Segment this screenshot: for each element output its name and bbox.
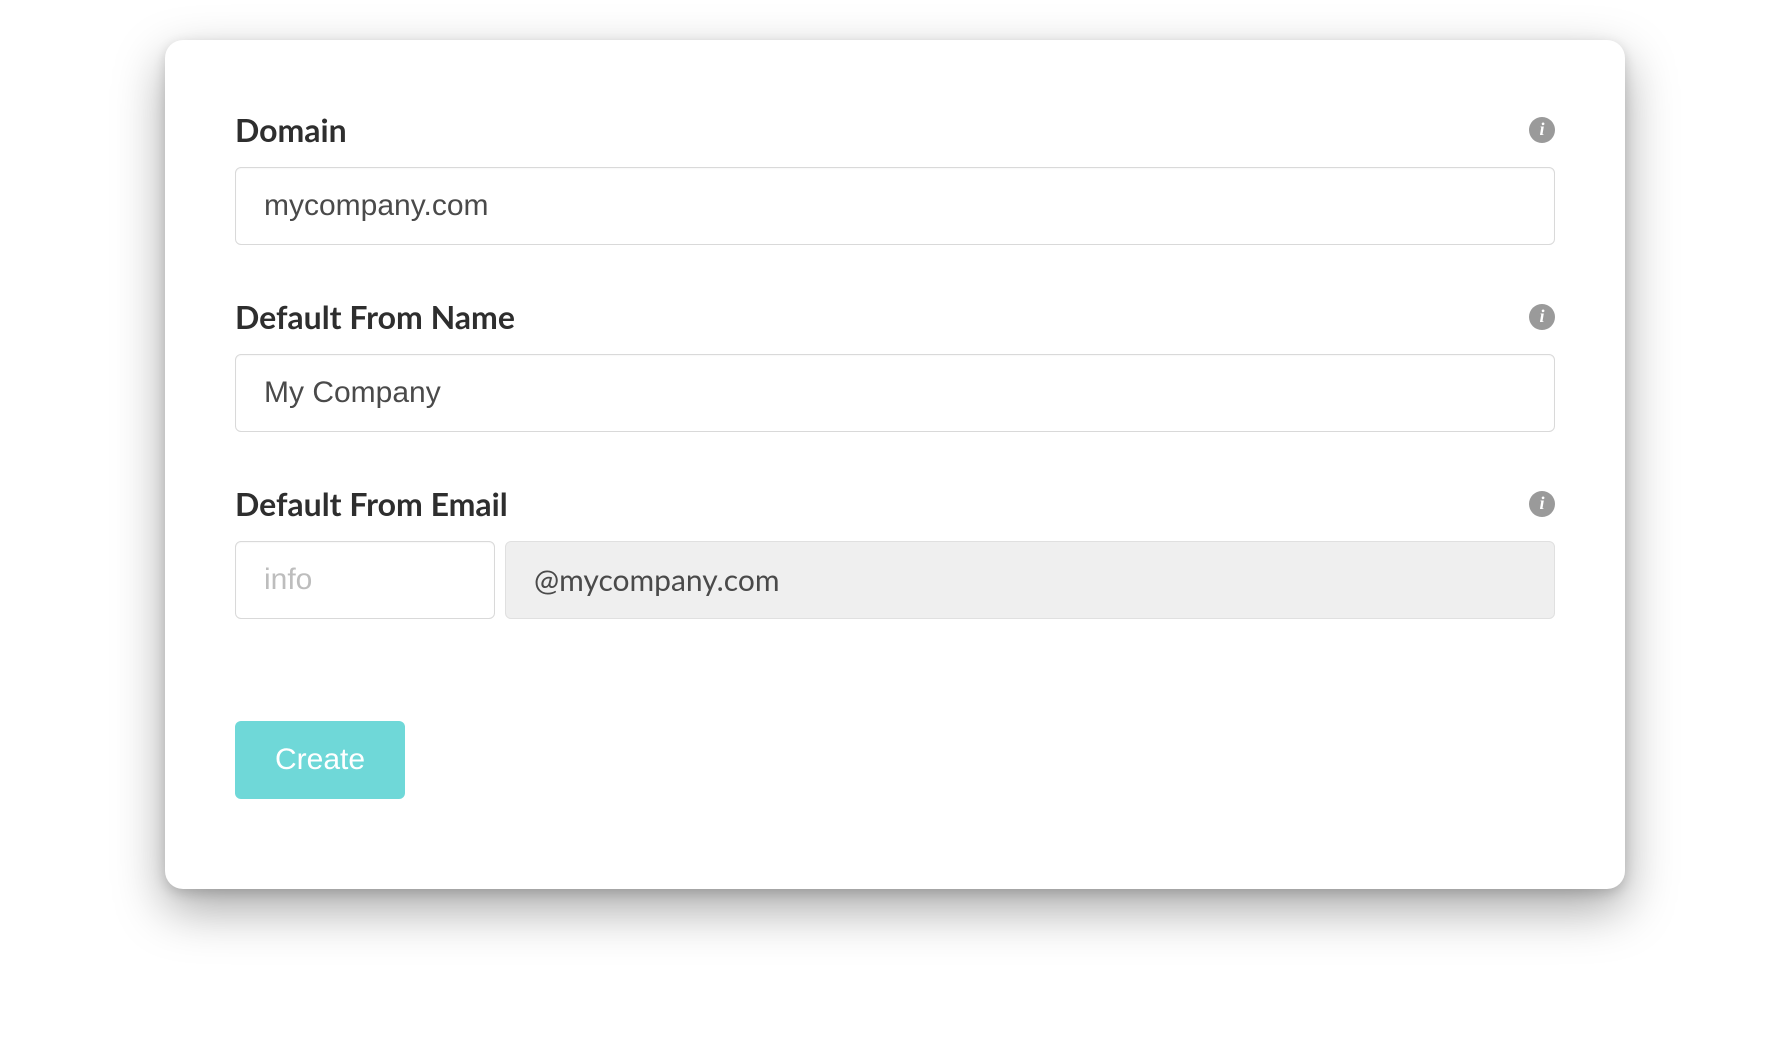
from-name-label: Default From Name (235, 297, 515, 336)
info-icon[interactable]: i (1529, 304, 1555, 330)
from-email-input-group: @mycompany.com (235, 541, 1555, 619)
from-name-label-row: Default From Name i (235, 297, 1555, 336)
form-card: Domain i Default From Name i Default Fro… (165, 40, 1625, 889)
from-email-local-input[interactable] (235, 541, 495, 619)
info-icon[interactable]: i (1529, 117, 1555, 143)
info-icon[interactable]: i (1529, 491, 1555, 517)
create-button[interactable]: Create (235, 721, 405, 799)
domain-label-row: Domain i (235, 110, 1555, 149)
from-email-label: Default From Email (235, 484, 508, 523)
domain-group: Domain i (235, 110, 1555, 245)
from-name-input[interactable] (235, 354, 1555, 432)
domain-input[interactable] (235, 167, 1555, 245)
from-email-group: Default From Email i @mycompany.com (235, 484, 1555, 619)
from-email-label-row: Default From Email i (235, 484, 1555, 523)
domain-label: Domain (235, 110, 347, 149)
from-name-group: Default From Name i (235, 297, 1555, 432)
from-email-domain-addon: @mycompany.com (505, 541, 1555, 619)
